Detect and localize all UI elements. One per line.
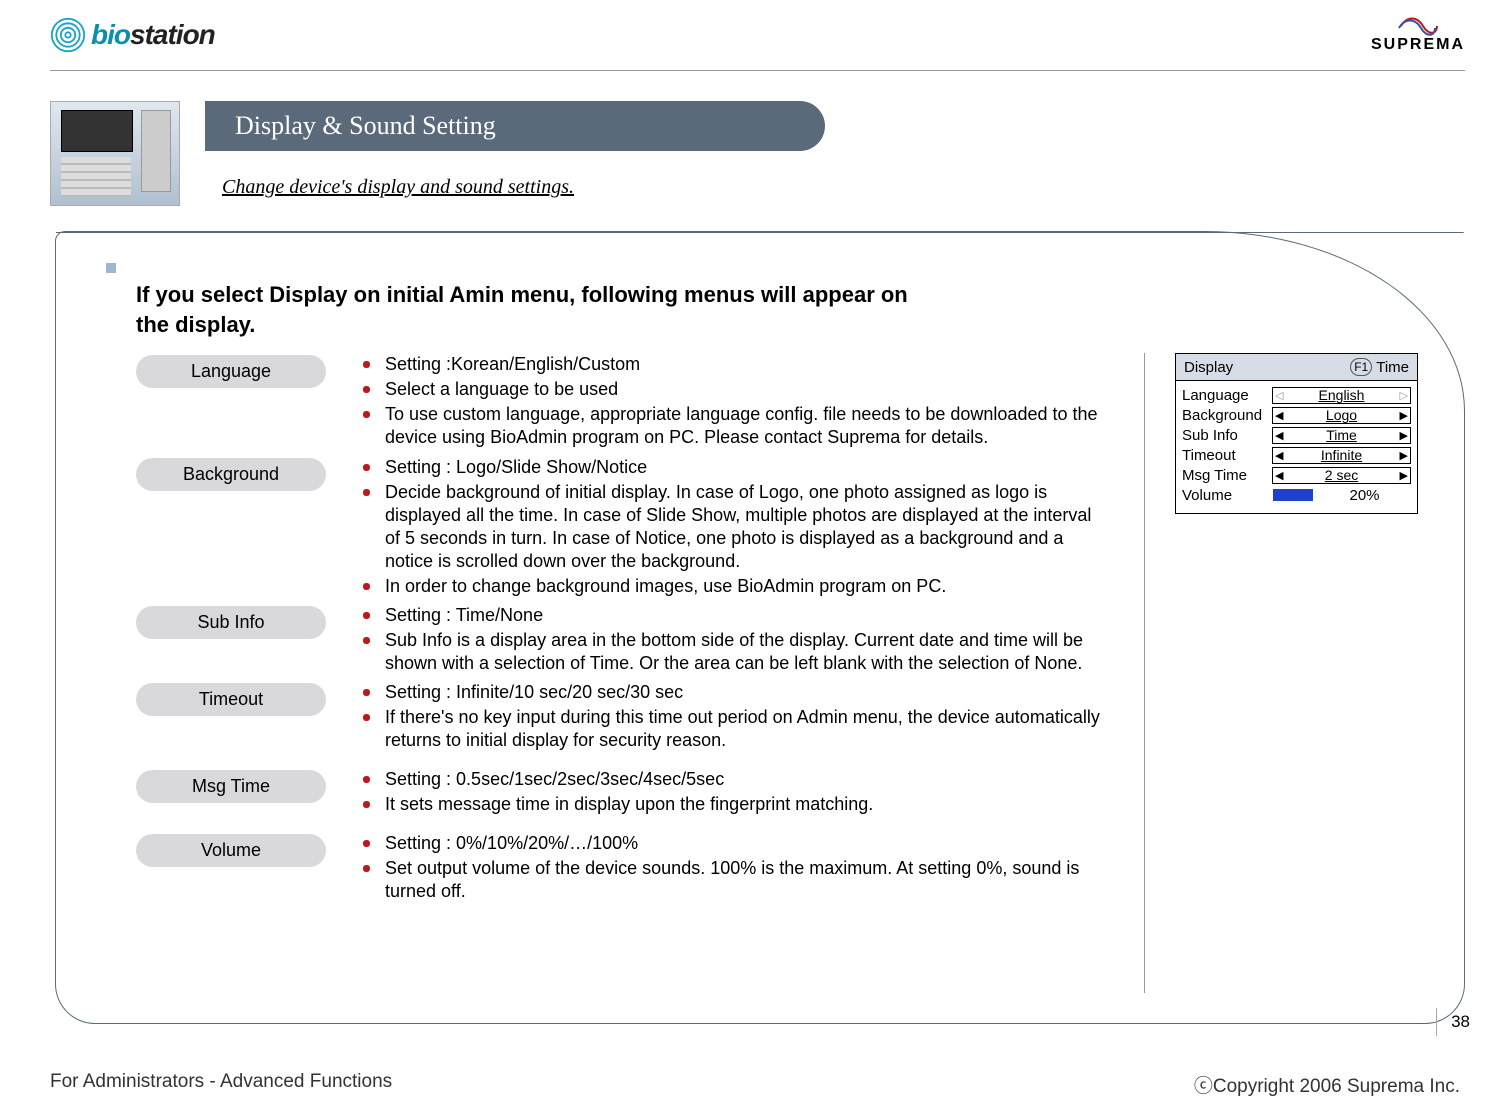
right-arrow-icon: ▶ [1400, 429, 1408, 442]
volume-bar-icon [1273, 489, 1313, 501]
ds-label: Msg Time [1182, 467, 1272, 484]
page-subtitle: Change device's display and sound settin… [222, 176, 1500, 199]
setting-block-subinfo: Sub Info Setting : Time/None Sub Info is… [136, 604, 1104, 677]
footer-left: For Administrators - Advanced Functions [50, 1071, 392, 1098]
left-arrow-icon: ◀ [1275, 449, 1283, 462]
setting-block-language: Language Setting :Korean/English/Custom … [136, 353, 1104, 451]
ds-val: ◀ 2 sec ▶ [1272, 467, 1411, 484]
list-item: Setting : Logo/Slide Show/Notice [361, 456, 1104, 479]
device-screen-title: Display F1 Time [1176, 354, 1417, 381]
list-item: Setting :Korean/English/Custom [361, 353, 1104, 376]
ds-label: Volume [1182, 487, 1272, 504]
bullet-square-icon [106, 263, 116, 273]
logo-biostation: biostation [50, 17, 215, 53]
setting-block-background: Background Setting : Logo/Slide Show/Not… [136, 456, 1104, 600]
logo-biostation-text: biostation [91, 19, 215, 51]
ds-row-background: Background ◀ Logo ▶ [1182, 405, 1411, 425]
list-item: Setting : Infinite/10 sec/20 sec/30 sec [361, 681, 1104, 704]
ds-label: Timeout [1182, 447, 1272, 464]
device-thumbnail [50, 101, 180, 206]
right-arrow-icon: ▷ [1400, 389, 1408, 402]
ds-val: ◁ English ▷ [1272, 387, 1411, 404]
page-title: Display & Sound Setting [205, 101, 825, 151]
right-arrow-icon: ▶ [1400, 449, 1408, 462]
setting-block-timeout: Timeout Setting : Infinite/10 sec/20 sec… [136, 681, 1104, 754]
setting-block-msgtime: Msg Time Setting : 0.5sec/1sec/2sec/3sec… [136, 768, 1104, 818]
header: biostation SUPREMA [0, 0, 1500, 70]
list-item: Sub Info is a display area in the bottom… [361, 629, 1104, 675]
ds-val: ◀ Time ▶ [1272, 427, 1411, 444]
pill-timeout: Timeout [136, 683, 326, 716]
title-row: Display & Sound Setting Change device's … [50, 101, 1500, 206]
ds-row-timeout: Timeout ◀ Infinite ▶ [1182, 445, 1411, 465]
fingerprint-icon [50, 17, 86, 53]
ds-label: Sub Info [1182, 427, 1272, 444]
settings-column: Language Setting :Korean/English/Custom … [136, 353, 1104, 993]
footer-right: ⓒCopyright 2006 Suprema Inc. [1194, 1071, 1460, 1098]
list-item: Setting : 0.5sec/1sec/2sec/3sec/4sec/5se… [361, 768, 1104, 791]
ds-val: ◀ Logo ▶ [1272, 407, 1411, 424]
page-number: 38 [1436, 1008, 1470, 1036]
ds-label: Language [1182, 387, 1272, 404]
ds-row-language: Language ◁ English ▷ [1182, 385, 1411, 405]
device-screen-title-text: Display [1184, 359, 1233, 376]
list-item: Select a language to be used [361, 378, 1104, 401]
pill-msgtime: Msg Time [136, 770, 326, 803]
footer: For Administrators - Advanced Functions … [50, 1071, 1460, 1098]
header-divider [50, 70, 1465, 71]
logo-suprema: SUPREMA [1371, 16, 1465, 54]
left-arrow-icon: ◀ [1275, 469, 1283, 482]
list-item: Decide background of initial display. In… [361, 481, 1104, 573]
setting-block-volume: Volume Setting : 0%/10%/20%/…/100% Set o… [136, 832, 1104, 905]
intro-text: If you select Display on initial Amin me… [136, 280, 916, 339]
f1-badge: F1 [1350, 358, 1372, 376]
pill-language: Language [136, 355, 326, 388]
list-item: Setting : 0%/10%/20%/…/100% [361, 832, 1104, 855]
pill-background: Background [136, 458, 326, 491]
right-arrow-icon: ▶ [1400, 469, 1408, 482]
ds-volume-value: 20% [1272, 488, 1411, 503]
pill-volume: Volume [136, 834, 326, 867]
right-arrow-icon: ▶ [1400, 409, 1408, 422]
suprema-icon [1397, 16, 1439, 36]
list-item: Set output volume of the device sounds. … [361, 857, 1104, 903]
ds-row-subinfo: Sub Info ◀ Time ▶ [1182, 425, 1411, 445]
device-screen: Display F1 Time Language ◁ English ▷ [1175, 353, 1418, 514]
list-item: In order to change background images, us… [361, 575, 1104, 598]
left-arrow-icon: ◀ [1275, 429, 1283, 442]
list-item: If there's no key input during this time… [361, 706, 1104, 752]
f1-label: Time [1376, 359, 1409, 376]
main-panel: If you select Display on initial Amin me… [55, 231, 1465, 1024]
pill-subinfo: Sub Info [136, 606, 326, 639]
list-item: It sets message time in display upon the… [361, 793, 1104, 816]
ds-row-msgtime: Msg Time ◀ 2 sec ▶ [1182, 465, 1411, 485]
left-arrow-icon: ◀ [1275, 409, 1283, 422]
logo-suprema-text: SUPREMA [1371, 36, 1465, 54]
left-arrow-icon: ◁ [1275, 389, 1283, 402]
device-preview-column: Display F1 Time Language ◁ English ▷ [1144, 353, 1424, 993]
ds-row-volume: Volume 20% [1182, 485, 1411, 505]
list-item: To use custom language, appropriate lang… [361, 403, 1104, 449]
ds-label: Background [1182, 407, 1272, 424]
ds-val: ◀ Infinite ▶ [1272, 447, 1411, 464]
list-item: Setting : Time/None [361, 604, 1104, 627]
